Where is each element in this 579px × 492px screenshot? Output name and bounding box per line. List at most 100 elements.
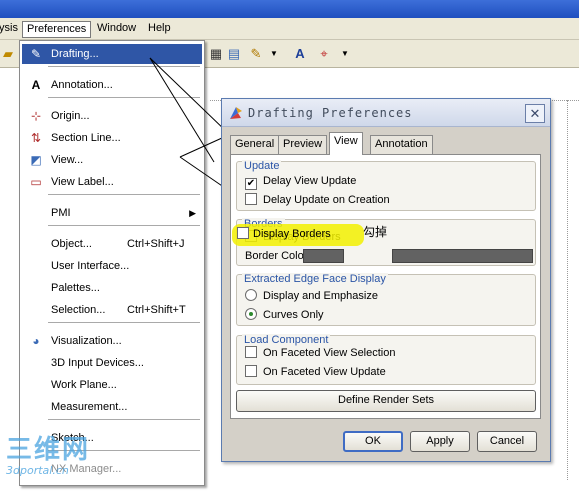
apply-button[interactable]: Apply (410, 431, 470, 452)
on-faceted-view-update-checkbox[interactable]: On Faceted View Update (245, 365, 386, 382)
menu-item-view-label[interactable]: ▭ View Label... (22, 172, 202, 192)
grid-icon[interactable]: ▦ (208, 46, 224, 62)
checkbox-icon (237, 227, 249, 239)
menu-item-label: PMI (51, 207, 71, 219)
display-and-emphasize-radio[interactable]: Display and Emphasize (245, 289, 378, 306)
chevron-down-icon[interactable]: ▼ (337, 46, 353, 62)
tab-preview[interactable]: Preview (278, 135, 328, 154)
delay-update-on-creation-checkbox[interactable]: Delay Update on Creation (245, 193, 390, 210)
checkbox-label: On Faceted View Selection (263, 347, 396, 359)
tab-annotation[interactable]: Annotation (370, 135, 433, 154)
drafting-icon: ✎ (30, 47, 42, 61)
define-render-sets-button[interactable]: Define Render Sets (236, 390, 536, 412)
wand-icon[interactable]: ✎ (248, 46, 264, 62)
menu-item-label: Section Line... (51, 132, 121, 144)
preferences-menu: ✎ Drafting... A Annotation... ⊹ Origin..… (19, 40, 205, 486)
visualization-icon: ◕ (32, 334, 40, 348)
annotation-note: 勾掉 (363, 225, 388, 239)
menu-item-label: Work Plane... (51, 379, 117, 391)
view-label-icon: ▭ (30, 175, 42, 189)
menu-item-pmi[interactable]: PMI ▶ (22, 203, 202, 223)
menu-item-section-line[interactable]: ⇅ Section Line... (22, 128, 202, 148)
checkbox-icon (245, 346, 257, 358)
radio-label: Curves Only (263, 309, 324, 321)
menu-item-work-plane[interactable]: Work Plane... (22, 375, 202, 395)
menu-item-label: View Label... (51, 176, 114, 188)
checkbox-label: Display Borders (253, 228, 331, 240)
curves-only-radio[interactable]: Curves Only (245, 308, 324, 325)
menu-item-measurement[interactable]: Measurement... (22, 397, 202, 417)
watermark-url: 3dportal.cn (6, 464, 69, 477)
menu-item-3d-input-devices[interactable]: 3D Input Devices... (22, 353, 202, 373)
menu-item-shortcut: Ctrl+Shift+J (127, 238, 185, 250)
origin-icon: ⊹ (30, 109, 42, 123)
checkbox-icon (245, 193, 257, 205)
menu-item-label: Palettes... (51, 282, 100, 294)
checkbox-label: Delay Update on Creation (263, 194, 390, 206)
text-style-icon[interactable]: A (292, 46, 308, 62)
on-faceted-view-selection-checkbox[interactable]: On Faceted View Selection (245, 346, 395, 363)
dialog-titlebar[interactable]: Drafting Preferences ✕ (222, 99, 550, 127)
group-label: Load Component (242, 334, 331, 346)
load-component-group: Load Component On Faceted View Selection… (236, 334, 536, 385)
menu-window[interactable]: Window (93, 21, 140, 38)
checkbox-icon (245, 365, 257, 377)
radio-selected-icon (245, 308, 257, 320)
ok-button[interactable]: OK (343, 431, 403, 452)
menu-item-palettes[interactable]: Palettes... (22, 278, 202, 298)
annotation-icon: A (31, 78, 41, 92)
extracted-edge-group: Extracted Edge Face Display Display and … (236, 273, 536, 326)
delay-view-update-checkbox[interactable]: ✔ Delay View Update (245, 174, 356, 191)
border-guide (567, 100, 568, 480)
menu-separator (48, 66, 200, 67)
update-group: Update ✔ Delay View Update Delay Update o… (236, 160, 536, 211)
folder-icon[interactable]: ▰ (0, 46, 16, 62)
menu-item-shortcut: Ctrl+Shift+T (127, 304, 186, 316)
menu-item-drafting[interactable]: ✎ Drafting... (22, 44, 202, 64)
menu-item-selection[interactable]: Selection... Ctrl+Shift+T (22, 300, 202, 320)
menu-item-label: View... (51, 154, 84, 166)
menu-item-object[interactable]: Object... Ctrl+Shift+J (22, 234, 202, 254)
menu-separator (48, 322, 200, 323)
app-titlebar (0, 0, 579, 18)
menu-help[interactable]: Help (144, 21, 175, 38)
view-icon: ◩ (30, 153, 42, 167)
menu-separator (48, 225, 200, 226)
menu-separator (48, 97, 200, 98)
view-tab-panel: Update ✔ Delay View Update Delay Update o… (230, 154, 541, 419)
dimension-icon[interactable]: ⌖ (316, 46, 332, 62)
border-color-swatch[interactable] (303, 249, 344, 263)
menubar: ysis Preferences Window Help (0, 18, 579, 40)
radio-icon (245, 289, 257, 301)
table-icon[interactable]: ▤ (226, 46, 242, 62)
menu-item-label: Measurement... (51, 401, 128, 413)
menu-analysis[interactable]: ysis (0, 21, 22, 38)
display-borders-overlay: Display Borders (237, 227, 331, 242)
close-icon: ✕ (529, 106, 541, 121)
chevron-down-icon[interactable]: ▼ (266, 46, 282, 62)
cancel-button[interactable]: Cancel (477, 431, 537, 452)
checkbox-label: Delay View Update (263, 175, 357, 187)
section-line-icon: ⇅ (30, 131, 42, 145)
border-color-label: Border Color (245, 250, 308, 262)
menu-item-view[interactable]: ◩ View... (22, 150, 202, 170)
nx-logo-icon (230, 107, 242, 119)
radio-label: Display and Emphasize (263, 290, 378, 302)
menu-preferences[interactable]: Preferences (22, 21, 92, 38)
menu-item-origin[interactable]: ⊹ Origin... (22, 106, 202, 126)
menu-item-label: Visualization... (51, 335, 122, 347)
submenu-arrow-icon: ▶ (189, 208, 196, 218)
checkbox-label: On Faceted View Update (263, 366, 386, 378)
group-label: Extracted Edge Face Display (242, 273, 388, 285)
tab-general[interactable]: General (230, 135, 280, 154)
tab-view[interactable]: View (329, 132, 363, 155)
dialog-title: Drafting Preferences (248, 106, 413, 120)
menu-item-visualization[interactable]: ◕ Visualization... (22, 331, 202, 351)
menu-item-label: Annotation... (51, 79, 113, 91)
menu-item-annotation[interactable]: A Annotation... (22, 75, 202, 95)
border-color-swatch[interactable] (392, 249, 533, 263)
watermark-logo: 三维网 3dportal.cn (6, 436, 116, 486)
menu-item-user-interface[interactable]: User Interface... (22, 256, 202, 276)
menu-item-label: Object... (51, 238, 92, 250)
close-button[interactable]: ✕ (525, 104, 545, 123)
